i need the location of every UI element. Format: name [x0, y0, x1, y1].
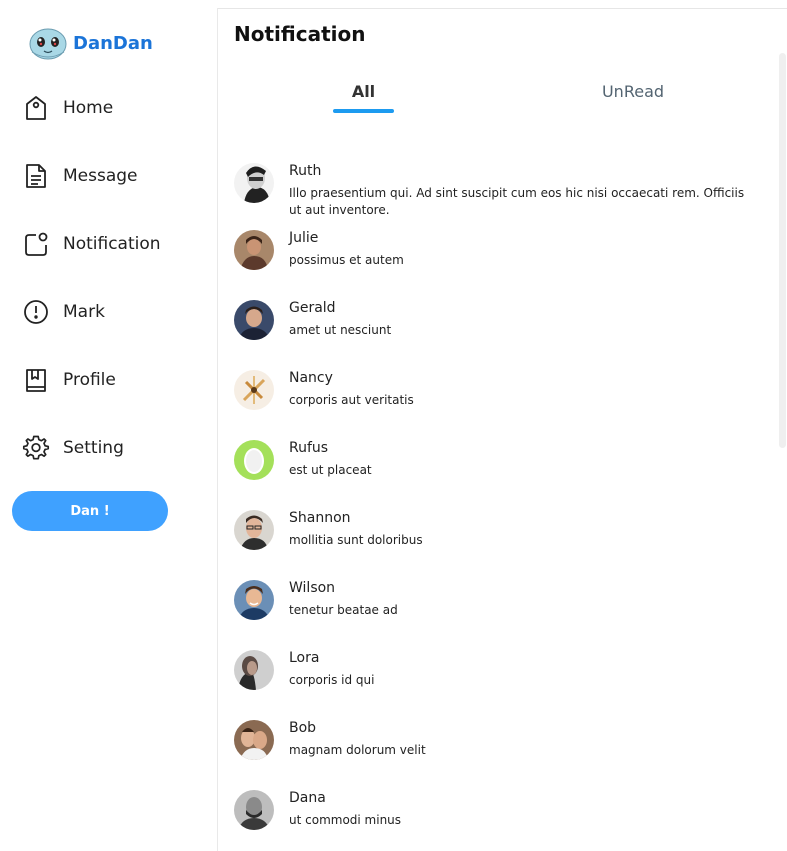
avatar	[234, 720, 274, 760]
brand[interactable]: DanDan	[28, 24, 153, 62]
notification-sender: Wilson	[289, 580, 336, 596]
tag-icon	[26, 96, 46, 120]
sidebar-item-label: Notification	[63, 234, 161, 254]
page-title: Notification	[234, 22, 366, 46]
notification-sender: Dana	[289, 790, 326, 806]
sidebar-item-notification[interactable]: Notification	[22, 228, 161, 260]
tab-unread[interactable]: UnRead	[578, 82, 688, 104]
sidebar-item-home[interactable]: Home	[22, 92, 113, 124]
alert-circle-icon	[24, 300, 48, 324]
avatar	[234, 440, 274, 480]
notification-message: mollitia sunt doloribus	[289, 533, 423, 547]
avatar	[234, 650, 274, 690]
notification-sender: Bob	[289, 720, 317, 736]
avatar	[234, 163, 274, 203]
notification-message: corporis id qui	[289, 673, 375, 687]
sidebar-item-profile[interactable]: Profile	[22, 364, 116, 396]
avatar	[234, 300, 274, 340]
user-button[interactable]: Dan !	[12, 491, 168, 531]
sidebar-item-setting[interactable]: Setting	[22, 432, 124, 464]
notification-sender: Rufus	[289, 440, 329, 456]
notification-sender: Ruth	[289, 163, 322, 179]
avatar	[234, 370, 274, 410]
avatar	[234, 580, 274, 620]
sidebar-item-label: Message	[63, 166, 138, 186]
notification-message: corporis aut veritatis	[289, 393, 414, 407]
sidebar-item-message[interactable]: Message	[22, 160, 138, 192]
sidebar-item-label: Setting	[63, 438, 124, 458]
scrollbar-thumb[interactable]	[779, 53, 786, 448]
notification-sender: Nancy	[289, 370, 333, 386]
notification-sender: Shannon	[289, 510, 351, 526]
sidebar-item-mark[interactable]: Mark	[22, 296, 105, 328]
brand-name: DanDan	[73, 32, 153, 54]
notification-sender: Lora	[289, 650, 320, 666]
bookmark-book-icon	[26, 369, 46, 392]
notification-message: magnam dolorum velit	[289, 743, 426, 757]
sidebar-item-label: Home	[63, 98, 114, 118]
gear-icon	[22, 435, 50, 460]
notification-message: Illo praesentium qui. Ad sint suscipit c…	[289, 186, 745, 217]
sidebar: DanDan Home Message Notification Mark Pr…	[0, 8, 218, 851]
notification-message: est ut placeat	[289, 463, 372, 477]
notification-sender: Julie	[289, 230, 319, 246]
notification-message: tenetur beatae ad	[289, 603, 398, 617]
avatar	[234, 790, 274, 830]
notification-message: amet ut nesciunt	[289, 323, 392, 337]
avatar	[234, 230, 274, 270]
tab-all[interactable]: All	[333, 82, 394, 104]
notification-message: possimus et autem	[289, 253, 404, 267]
notification-message: ut commodi minus	[289, 813, 402, 827]
sidebar-item-label: Mark	[63, 302, 105, 322]
notification-icon	[25, 232, 48, 256]
avatar	[234, 510, 274, 550]
active-tab-indicator	[333, 109, 394, 113]
main-panel: Notification All UnRead Ruth Illo praese…	[218, 8, 787, 851]
sidebar-item-label: Profile	[63, 370, 116, 390]
document-icon	[26, 164, 46, 188]
notification-sender: Gerald	[289, 300, 336, 316]
squirtle-logo-icon	[29, 28, 67, 60]
